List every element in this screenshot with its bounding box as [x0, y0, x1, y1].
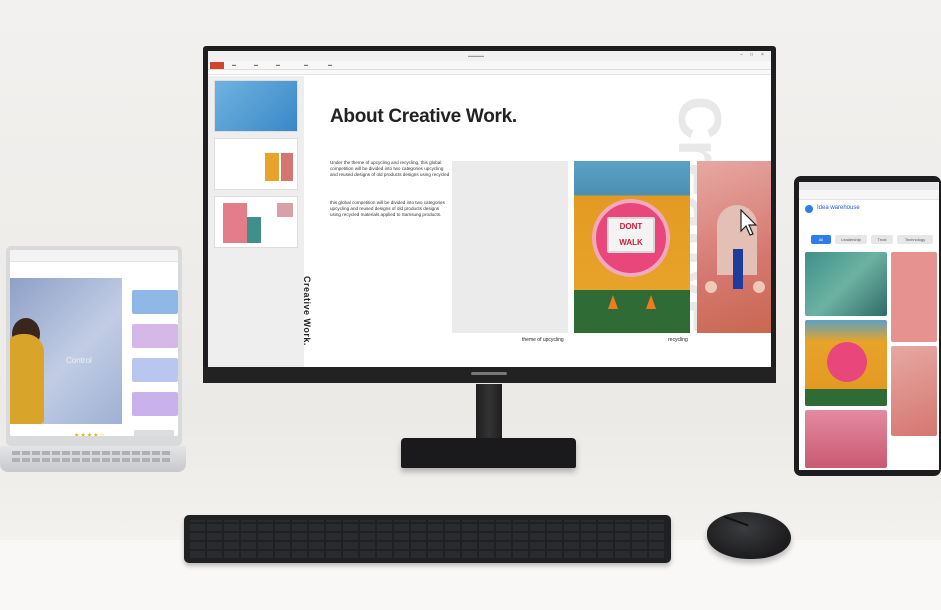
- minimize-icon[interactable]: –: [740, 52, 743, 58]
- laptop-thumb-3[interactable]: [132, 358, 178, 382]
- tab-home[interactable]: ▬: [232, 62, 236, 67]
- video-word: Control: [66, 356, 92, 365]
- placeholder-image: [452, 161, 568, 333]
- tab-insert[interactable]: ▬: [254, 62, 258, 67]
- slide-thumbnail-panel: [208, 76, 304, 367]
- laptop: Control ★★★★☆: [0, 242, 186, 474]
- monitor: ▬▬▬▬ – □ × ▬ ▬ ▬ ▬ ▬ About Creative Work…: [203, 46, 776, 386]
- tab-view[interactable]: ▬: [328, 62, 332, 67]
- file-tab[interactable]: [210, 62, 224, 69]
- tablet-image-3[interactable]: [805, 320, 887, 406]
- vertical-label: Creative Work.: [302, 276, 312, 346]
- monitor-neck: [476, 384, 502, 442]
- ribbon: [208, 70, 771, 75]
- tablet: Idea warehouse All Leadership Trust Tech…: [794, 176, 941, 476]
- cursor-icon: [740, 209, 758, 236]
- dont-walk-image: DONT WALK: [574, 161, 690, 333]
- pillar: [733, 249, 743, 289]
- cone-icon: [646, 295, 656, 309]
- product-scene: Control ★★★★☆ ▬▬▬▬ – □ × ▬ ▬ ▬ ▬ ▬ About…: [0, 0, 941, 610]
- laptop-video[interactable]: Control: [10, 278, 122, 424]
- laptop-lid: Control ★★★★☆: [6, 246, 182, 446]
- laptop-browser-bar: [10, 250, 178, 262]
- laptop-base: [0, 446, 186, 472]
- chip-leadership[interactable]: Leadership: [835, 235, 867, 244]
- tablet-tab-bar: [799, 182, 939, 190]
- tablet-image-5[interactable]: [805, 410, 887, 468]
- tablet-image-4[interactable]: [891, 346, 937, 436]
- presenter-figure: [10, 334, 44, 424]
- monitor-bezel: ▬▬▬▬ – □ × ▬ ▬ ▬ ▬ ▬ About Creative Work…: [203, 46, 776, 383]
- slide-body-2: this global competition will be divided …: [330, 200, 445, 217]
- document-title: ▬▬▬▬: [468, 53, 484, 58]
- chip-all[interactable]: All: [811, 235, 831, 244]
- mouse: [707, 512, 791, 559]
- dont-walk-sign: DONT WALK: [607, 217, 655, 253]
- app-titlebar: ▬▬▬▬ – □ ×: [208, 51, 771, 61]
- laptop-thumb-1[interactable]: [132, 290, 178, 314]
- slide-thumbnail-3[interactable]: [214, 196, 298, 248]
- mouse-button-seam: [723, 515, 749, 527]
- ribbon-tabs: ▬ ▬ ▬ ▬ ▬: [208, 61, 771, 70]
- keyboard-key-grid: [190, 520, 665, 558]
- ball: [753, 281, 765, 293]
- laptop-screen: Control ★★★★☆: [10, 250, 178, 436]
- brand-logo: [471, 372, 507, 375]
- rating-stars: ★★★★☆: [74, 433, 106, 436]
- keyboard: [184, 515, 671, 563]
- laptop-thumb-2[interactable]: [132, 324, 178, 348]
- chip-trust[interactable]: Trust: [871, 235, 893, 244]
- close-icon[interactable]: ×: [761, 52, 764, 58]
- tablet-image-1[interactable]: [805, 252, 887, 316]
- ball: [705, 281, 717, 293]
- slide-thumbnail-2[interactable]: [214, 138, 298, 190]
- tablet-screen: Idea warehouse All Leadership Trust Tech…: [799, 182, 939, 470]
- laptop-key-row: [12, 451, 172, 455]
- maximize-icon[interactable]: □: [750, 52, 753, 58]
- laptop-thumb-4[interactable]: [132, 392, 178, 416]
- tab-review[interactable]: ▬: [304, 62, 308, 67]
- cone-icon: [608, 295, 618, 309]
- monitor-stand-base: [401, 438, 576, 468]
- caption-left: theme of upcycling: [522, 337, 564, 343]
- monitor-chin: [203, 367, 776, 383]
- tablet-site-title: Idea warehouse: [817, 205, 860, 211]
- caption-right: recycling: [668, 337, 688, 343]
- chip-technology[interactable]: Technology: [897, 235, 933, 244]
- laptop-key-row: [12, 458, 172, 462]
- slide-thumbnail-1[interactable]: [214, 80, 298, 132]
- pink-room-image: [697, 161, 771, 333]
- monitor-screen: ▬▬▬▬ – □ × ▬ ▬ ▬ ▬ ▬ About Creative Work…: [208, 51, 771, 367]
- laptop-action-button[interactable]: [134, 430, 174, 436]
- tablet-url-bar[interactable]: [799, 190, 939, 200]
- tab-design[interactable]: ▬: [276, 62, 280, 67]
- slide-body-1: Under the theme of upcycling and recycli…: [330, 160, 450, 177]
- slide-canvas[interactable]: Creative About Creative Work. Under the …: [302, 76, 771, 367]
- tablet-image-2[interactable]: [891, 252, 937, 342]
- idea-logo-icon: [805, 205, 813, 213]
- slide-title: About Creative Work.: [330, 106, 517, 127]
